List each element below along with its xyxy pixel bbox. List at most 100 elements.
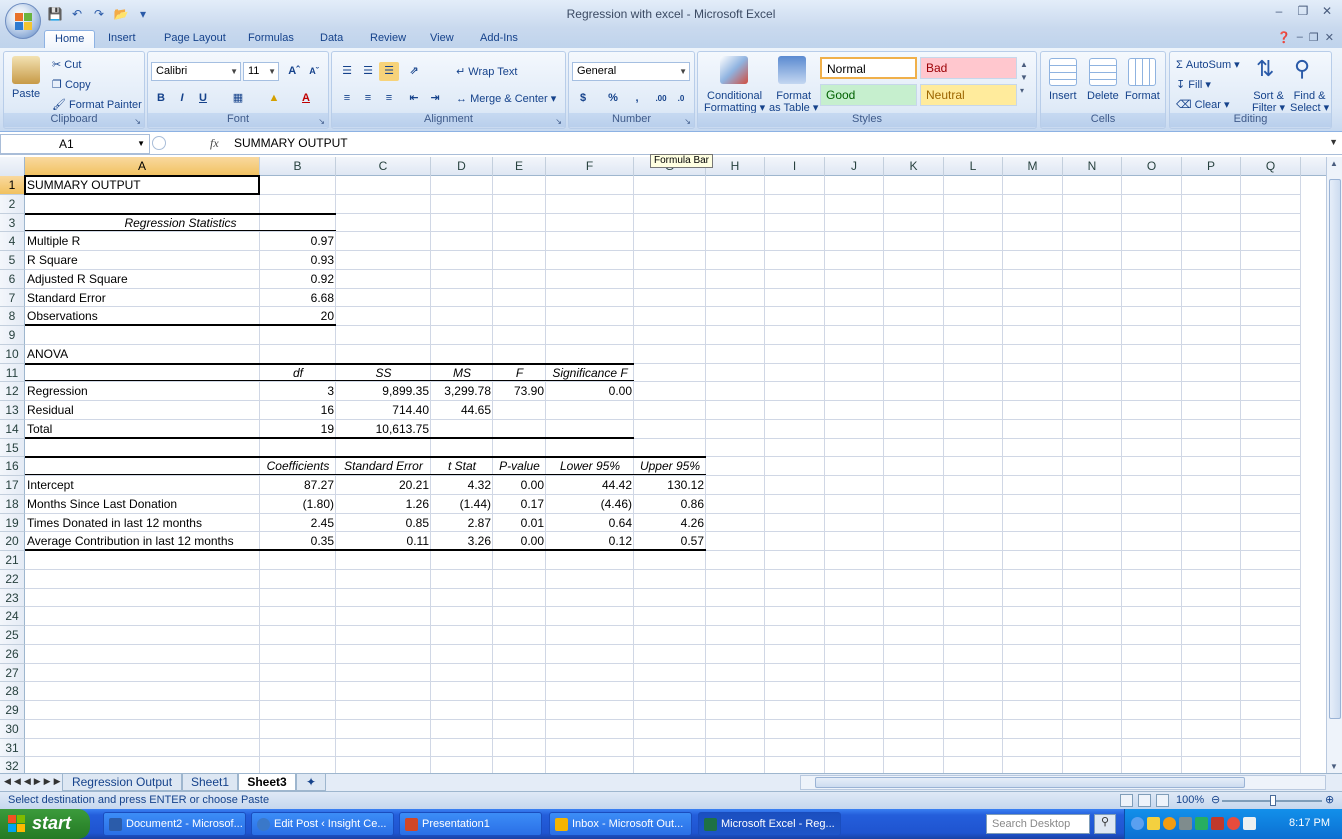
alignment-dialog-icon[interactable]: ↘ xyxy=(555,117,562,126)
format-as-table-icon[interactable] xyxy=(778,56,806,84)
zoom-out-icon[interactable]: ⊖ xyxy=(1211,793,1220,806)
grow-font-icon[interactable]: Aˆ xyxy=(284,62,304,81)
cell-a6[interactable]: Adjusted R Square xyxy=(25,270,260,289)
row-header-23[interactable]: 23 xyxy=(0,588,25,608)
orientation-icon[interactable]: ⇗ xyxy=(404,62,424,81)
tab-view[interactable]: View xyxy=(420,30,464,48)
page-layout-view-icon[interactable] xyxy=(1138,794,1151,807)
shrink-font-icon[interactable]: Aˇ xyxy=(304,62,324,81)
row-header-21[interactable]: 21 xyxy=(0,551,25,570)
wrap-text-button[interactable]: ↵ Wrap Text xyxy=(456,65,517,78)
italic-button[interactable]: I xyxy=(172,89,192,108)
row-header-9[interactable]: 9 xyxy=(0,326,25,345)
cell-c17[interactable]: 20.21 xyxy=(336,476,431,495)
name-box[interactable]: A1 ▼ xyxy=(0,134,150,154)
cell-f19[interactable]: 0.64 xyxy=(546,514,634,533)
cell-a10[interactable]: ANOVA xyxy=(25,345,260,364)
row-header-13[interactable]: 13 xyxy=(0,401,25,420)
tray-display-icon[interactable] xyxy=(1243,817,1256,830)
decrease-decimal-icon[interactable]: .0 xyxy=(671,89,691,108)
column-header-i[interactable]: I xyxy=(765,157,825,176)
cell-a18[interactable]: Months Since Last Donation xyxy=(25,495,260,514)
tab-review[interactable]: Review xyxy=(360,30,416,48)
row-header-8[interactable]: 8 xyxy=(0,307,25,326)
align-top-icon[interactable]: ☰ xyxy=(337,62,357,81)
cell-b19[interactable]: 2.45 xyxy=(260,514,336,533)
desktop-search-input[interactable]: Search Desktop xyxy=(986,814,1090,834)
row-header-3[interactable]: 3 xyxy=(0,213,25,233)
align-center-icon[interactable]: ≡ xyxy=(358,89,378,108)
sheet-tab-sheet3[interactable]: Sheet3 xyxy=(238,774,296,791)
scroll-down-icon[interactable]: ▼ xyxy=(1330,762,1338,771)
row-header-32[interactable]: 32 xyxy=(0,757,25,773)
column-header-l[interactable]: L xyxy=(944,157,1003,176)
row-header-7[interactable]: 7 xyxy=(0,288,25,308)
zoom-in-icon[interactable]: ⊕ xyxy=(1325,793,1334,806)
cell-a12[interactable]: Regression xyxy=(25,382,260,401)
cell-a5[interactable]: R Square xyxy=(25,251,260,270)
vertical-scrollbar[interactable]: ▲ ▼ xyxy=(1326,157,1342,773)
column-header-h[interactable]: H xyxy=(706,157,765,176)
column-header-m[interactable]: M xyxy=(1003,157,1063,176)
tray-speaker-icon[interactable] xyxy=(1179,817,1192,830)
paste-icon[interactable] xyxy=(12,56,40,84)
cell-a13[interactable]: Residual xyxy=(25,401,260,420)
cell-e17[interactable]: 0.00 xyxy=(493,476,546,495)
sort-filter-button[interactable]: Sort & Filter ▾ xyxy=(1252,90,1285,114)
currency-button[interactable]: $ xyxy=(573,89,593,108)
decrease-indent-icon[interactable]: ⇤ xyxy=(404,89,424,108)
font-size-select[interactable]: 11 ▼ xyxy=(243,62,279,81)
increase-indent-icon[interactable]: ⇥ xyxy=(425,89,445,108)
row-header-2[interactable]: 2 xyxy=(0,194,25,214)
tray-mail-icon[interactable] xyxy=(1147,817,1160,830)
office-button[interactable] xyxy=(5,3,41,39)
cut-button[interactable]: ✂ Cut xyxy=(52,58,81,71)
column-header-p[interactable]: P xyxy=(1182,157,1241,176)
column-header-e[interactable]: E xyxy=(493,157,546,176)
normal-view-icon[interactable] xyxy=(1120,794,1133,807)
taskbar-excel[interactable]: Microsoft Excel - Reg... xyxy=(698,812,841,836)
search-icon[interactable]: ⚲ xyxy=(1094,814,1116,834)
row-header-15[interactable]: 15 xyxy=(0,438,25,458)
help-icon[interactable]: ❓ xyxy=(1277,31,1291,44)
start-button[interactable]: start xyxy=(0,809,90,839)
tray-security-icon[interactable] xyxy=(1211,817,1224,830)
cell-b17[interactable]: 87.27 xyxy=(260,476,336,495)
fill-button[interactable]: ↧ Fill ▾ xyxy=(1176,78,1211,91)
align-middle-icon[interactable]: ☰ xyxy=(358,62,378,81)
cell-e12[interactable]: 73.90 xyxy=(493,382,546,401)
format-button[interactable]: Format xyxy=(1125,90,1160,102)
cell-b4[interactable]: 0.97 xyxy=(260,232,336,251)
number-format-select[interactable]: General ▼ xyxy=(572,62,690,81)
doc-close-icon[interactable]: ✕ xyxy=(1325,31,1334,44)
zoom-level[interactable]: 100% xyxy=(1176,794,1204,806)
taskbar-outlook[interactable]: Inbox - Microsoft Out... xyxy=(549,812,692,836)
format-as-table-button[interactable]: Format as Table ▾ xyxy=(769,90,818,114)
style-normal[interactable]: Normal xyxy=(820,57,917,79)
column-header-k[interactable]: K xyxy=(884,157,944,176)
tab-add-ins[interactable]: Add-Ins xyxy=(470,30,528,48)
formula-input[interactable]: SUMMARY OUTPUT xyxy=(234,136,348,150)
align-right-icon[interactable]: ≡ xyxy=(379,89,399,108)
cell-a4[interactable]: Multiple R xyxy=(25,232,260,251)
row-header-29[interactable]: 29 xyxy=(0,701,25,720)
page-break-view-icon[interactable] xyxy=(1156,794,1169,807)
sheet-tab-sheet1[interactable]: Sheet1 xyxy=(182,774,238,791)
tab-data[interactable]: Data xyxy=(310,30,353,48)
cell-d12[interactable]: 3,299.78 xyxy=(431,382,493,401)
insert-sheet-icon[interactable]: ✦ xyxy=(296,774,326,791)
cell-d18[interactable]: (1.44) xyxy=(431,495,493,514)
cell-g19[interactable]: 4.26 xyxy=(634,514,706,533)
tray-network-icon[interactable] xyxy=(1195,817,1208,830)
column-header-d[interactable]: D xyxy=(431,157,493,176)
font-dialog-icon[interactable]: ↘ xyxy=(318,117,325,126)
close-icon[interactable]: ✕ xyxy=(1318,4,1336,20)
cell-d13[interactable]: 44.65 xyxy=(431,401,493,420)
sort-filter-icon[interactable]: ⇅ xyxy=(1256,56,1274,82)
row-header-25[interactable]: 25 xyxy=(0,626,25,645)
horizontal-scrollbar[interactable] xyxy=(800,775,1326,790)
format-painter-button[interactable]: 🖌 Format Painter xyxy=(52,98,142,111)
delete-button[interactable]: Delete xyxy=(1087,90,1119,102)
horizontal-scroll-thumb[interactable] xyxy=(815,777,1245,788)
insert-function-icon[interactable]: fx xyxy=(210,136,219,151)
